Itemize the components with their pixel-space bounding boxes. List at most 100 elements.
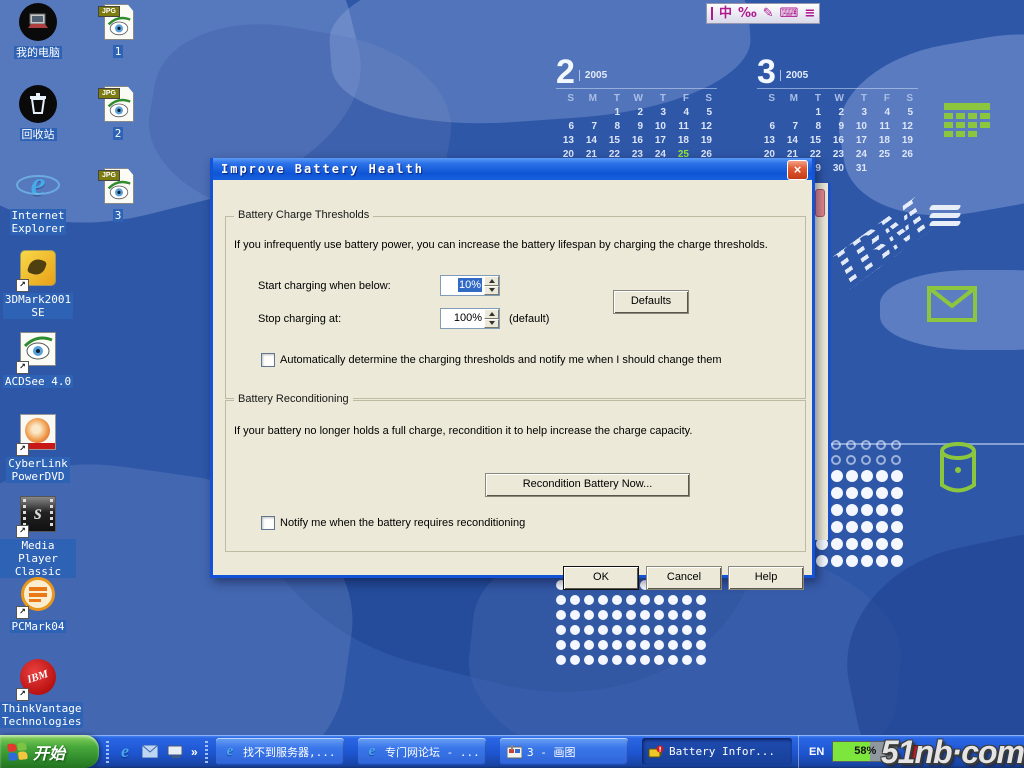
stop-charging-value[interactable]: 100% xyxy=(441,309,484,328)
dot xyxy=(598,610,608,620)
dot xyxy=(831,440,841,450)
toolbar-grip[interactable] xyxy=(106,741,109,763)
dot xyxy=(598,655,608,665)
taskbar-button[interactable]: Battery Infor... xyxy=(642,738,792,765)
dot xyxy=(891,538,903,550)
desktop-icon-jpg-1[interactable]: JPG1 xyxy=(80,2,156,60)
close-button[interactable]: × xyxy=(787,160,808,180)
improve-battery-health-dialog: Improve Battery Health × Battery Charge … xyxy=(210,158,815,578)
ime-menu-icon[interactable]: ≡ xyxy=(804,5,815,22)
desktop-icon-jpg-3[interactable]: JPG3 xyxy=(80,166,156,224)
dot xyxy=(626,610,636,620)
start-charging-spinbox[interactable]: 10% xyxy=(440,275,500,296)
desktop-icon-mpc[interactable]: s↗Media PlayerClassic xyxy=(0,494,76,580)
cancel-button[interactable]: Cancel xyxy=(646,566,722,590)
internet-explorer-icon[interactable]: e xyxy=(116,743,134,761)
desktop-icon-pcmark[interactable]: ↗PCMark04 xyxy=(0,576,76,635)
dot xyxy=(654,640,664,650)
battery-information-window-edge[interactable] xyxy=(813,183,831,540)
start-button[interactable]: 开始 xyxy=(0,735,99,768)
scrollbar-thumb[interactable] xyxy=(815,189,825,217)
chinese-mode-icon[interactable]: 中 xyxy=(719,5,732,22)
taskbar-button[interactable]: 3 - 画图 xyxy=(500,738,628,765)
start-charging-value[interactable]: 10% xyxy=(441,276,484,295)
start-label: 开始 xyxy=(33,740,65,764)
desktop-icon-label: ThinkVantageTechnologies xyxy=(0,702,83,728)
spin-down-button[interactable] xyxy=(484,319,499,329)
fullwidth-icon[interactable]: ‰ xyxy=(738,5,757,22)
envelope-icon xyxy=(927,286,977,322)
stop-charging-spinbox[interactable]: 100% xyxy=(440,308,500,329)
reconditioning-description: If your battery no longer holds a full c… xyxy=(234,425,794,437)
desktop-icon-powerdvd[interactable]: ↗CyberLinkPowerDVD xyxy=(0,412,76,485)
battery-taskbar-icon xyxy=(648,744,664,760)
dot xyxy=(816,555,828,567)
calendar-day: 26 xyxy=(895,150,918,160)
dot xyxy=(831,504,843,516)
calendar-day: 16 xyxy=(625,136,648,146)
spin-down-icon xyxy=(489,321,495,325)
dot xyxy=(584,610,594,620)
notify-reconditioning-label[interactable]: Notify me when the battery requires reco… xyxy=(280,517,760,529)
overflow-chevron[interactable]: » xyxy=(191,745,198,759)
windows-flag-icon xyxy=(7,742,29,762)
calendar-day-header: S xyxy=(694,94,717,104)
desktop-icon-thinkvantage[interactable]: IBM↗ThinkVantageTechnologies xyxy=(0,658,76,730)
calendar-day: 19 xyxy=(694,136,717,146)
my-computer-icon xyxy=(18,3,58,43)
desktop-icon-my-computer[interactable]: 我的电脑 xyxy=(0,2,76,61)
spin-up-button[interactable] xyxy=(484,276,499,286)
calendar-day: 1 xyxy=(602,108,625,118)
spin-down-button[interactable] xyxy=(484,286,499,296)
show-desktop-icon[interactable] xyxy=(166,743,184,761)
soft-keyboard-icon[interactable]: ⌨ xyxy=(780,5,799,22)
quick-launch: e » xyxy=(106,735,208,768)
ime-grip[interactable] xyxy=(711,7,713,20)
calendar-day: 13 xyxy=(556,136,579,146)
recondition-battery-button[interactable]: Recondition Battery Now... xyxy=(485,473,690,497)
calendar-day-header: M xyxy=(780,94,803,104)
desktop-icon-acdsee[interactable]: ↗ACDSee 4.0 xyxy=(0,330,76,390)
punctuation-pen-icon[interactable]: ✎ xyxy=(763,5,774,22)
notify-reconditioning-checkbox[interactable] xyxy=(261,516,275,530)
dot xyxy=(876,538,888,550)
dot xyxy=(682,610,692,620)
ie-taskbar-icon: e xyxy=(222,744,238,760)
taskbar-button-label: 专门网论坛 - ... xyxy=(385,744,480,760)
taskbar-button[interactable]: e找不到服务器,... xyxy=(216,738,344,765)
calendar-day: 9 xyxy=(625,122,648,132)
ok-button[interactable]: OK xyxy=(563,566,639,590)
dot xyxy=(846,538,858,550)
ime-language-bar[interactable]: 中 ‰ ✎ ⌨ ≡ xyxy=(706,3,820,24)
group-title: Battery Charge Thresholds xyxy=(234,209,373,221)
start-charging-label: Start charging when below: xyxy=(258,280,391,292)
spin-up-button[interactable] xyxy=(484,309,499,319)
dot xyxy=(696,610,706,620)
desktop-icon-recycle-bin[interactable]: 回收站 xyxy=(0,84,76,143)
calendar-day: 25 xyxy=(872,150,895,160)
outlook-express-icon[interactable] xyxy=(141,743,159,761)
dot xyxy=(891,455,901,465)
desktop-icon-internet-explorer[interactable]: eInternetExplorer xyxy=(0,166,76,237)
toolbar-grip[interactable] xyxy=(205,741,208,763)
desktop-icon-3dmark[interactable]: ↗3DMark2001SE xyxy=(0,248,76,321)
calendar-day-header: T xyxy=(803,94,826,104)
dot xyxy=(891,504,903,516)
auto-determine-label[interactable]: Automatically determine the charging thr… xyxy=(280,354,790,366)
dialog-titlebar[interactable]: Improve Battery Health × xyxy=(213,158,812,180)
calendar-header: 32005 xyxy=(757,56,918,86)
help-button[interactable]: Help xyxy=(728,566,804,590)
calendar-month-3: 32005SMTWTFS1234567891011121314151617181… xyxy=(757,56,918,174)
taskbar-button[interactable]: e专门网论坛 - ... xyxy=(358,738,486,765)
language-indicator[interactable]: EN xyxy=(809,746,824,758)
desktop-icon-label: 3 xyxy=(113,209,124,222)
desktop-icon-jpg-2[interactable]: JPG2 xyxy=(80,84,156,142)
taskbar-buttons: e找不到服务器,...e专门网论坛 - ...3 - 画图Battery Inf… xyxy=(216,738,792,765)
powerdvd-icon: ↗ xyxy=(18,414,58,454)
calendar-day-header: F xyxy=(671,94,694,104)
spinner xyxy=(484,309,499,328)
calendar-day: 10 xyxy=(648,122,671,132)
dot xyxy=(626,655,636,665)
auto-determine-checkbox[interactable] xyxy=(261,353,275,367)
defaults-button[interactable]: Defaults xyxy=(613,290,689,314)
